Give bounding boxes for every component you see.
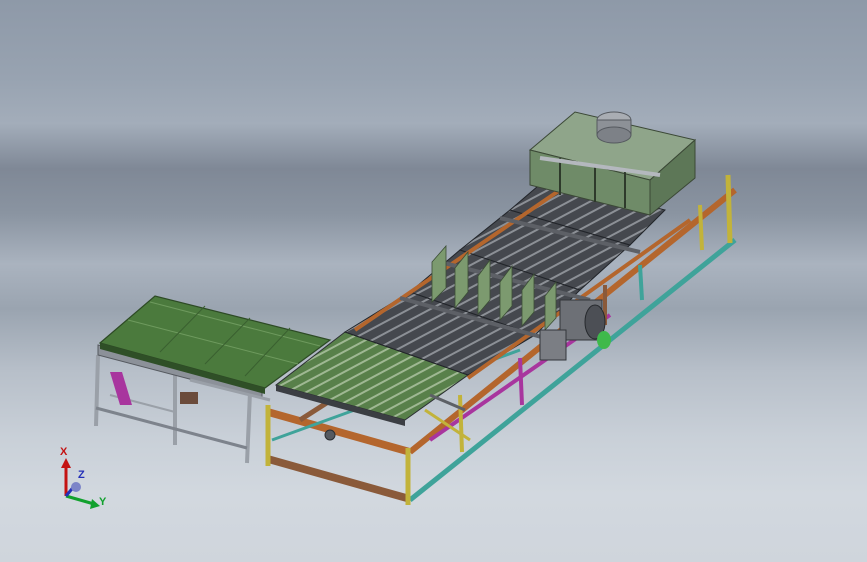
cad-viewport[interactable]: X Z Y: [0, 0, 867, 562]
coordinate-triad: [61, 458, 100, 509]
triad-x-label: X: [60, 446, 68, 458]
conveyor-line-model[interactable]: [0, 0, 867, 562]
triad-y-label: Y: [99, 496, 107, 508]
triad-z-label: Z: [78, 469, 85, 481]
triad-y-axis: [65, 494, 95, 506]
